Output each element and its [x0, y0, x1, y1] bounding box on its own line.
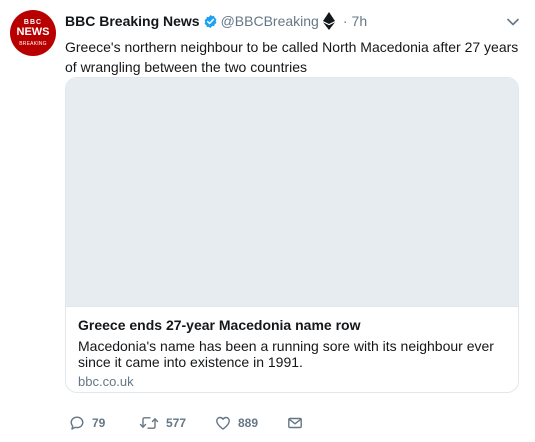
tweet-header: BBC Breaking News @BBCBreaking · 7h [65, 11, 367, 31]
retweet-count: 577 [166, 416, 187, 430]
heart-icon [215, 415, 231, 431]
author-name[interactable]: BBC Breaking News [65, 13, 200, 29]
avatar[interactable]: BBC NEWS BREAKING [10, 10, 56, 56]
like-button[interactable]: 889 [215, 413, 258, 433]
link-card[interactable]: Greece ends 27-year Macedonia name row M… [65, 77, 519, 393]
tweet[interactable]: BBC NEWS BREAKING BBC Breaking News @BBC… [0, 0, 535, 442]
retweet-icon [139, 415, 159, 431]
tweet-timestamp[interactable]: 7h [352, 13, 368, 29]
avatar-breaking-text: BREAKING [19, 41, 47, 47]
chevron-down-icon[interactable] [506, 14, 520, 26]
card-body[interactable]: Greece ends 27-year Macedonia name row M… [66, 306, 518, 392]
ethereum-icon [322, 12, 335, 30]
reply-count: 79 [92, 416, 106, 430]
card-title: Greece ends 27-year Macedonia name row [78, 317, 361, 333]
tweet-text: Greece's northern neighbour to be called… [65, 39, 519, 75]
author-handle[interactable]: @BBCBreaking [221, 13, 319, 29]
card-description: Macedonia's name has been a running sore… [78, 338, 494, 370]
card-image-placeholder[interactable] [66, 78, 518, 306]
reply-icon [69, 415, 85, 431]
direct-message-button[interactable] [287, 413, 303, 433]
avatar-news-text: NEWS [16, 26, 50, 38]
reply-button[interactable]: 79 [69, 413, 105, 433]
header-separator: · [342, 13, 348, 29]
avatar-bbc-text: BBC [23, 19, 43, 26]
envelope-icon [287, 415, 303, 431]
retweet-button[interactable]: 577 [139, 413, 186, 433]
verified-badge-icon [203, 14, 218, 29]
card-domain: bbc.co.uk [78, 374, 134, 389]
like-count: 889 [238, 416, 259, 430]
